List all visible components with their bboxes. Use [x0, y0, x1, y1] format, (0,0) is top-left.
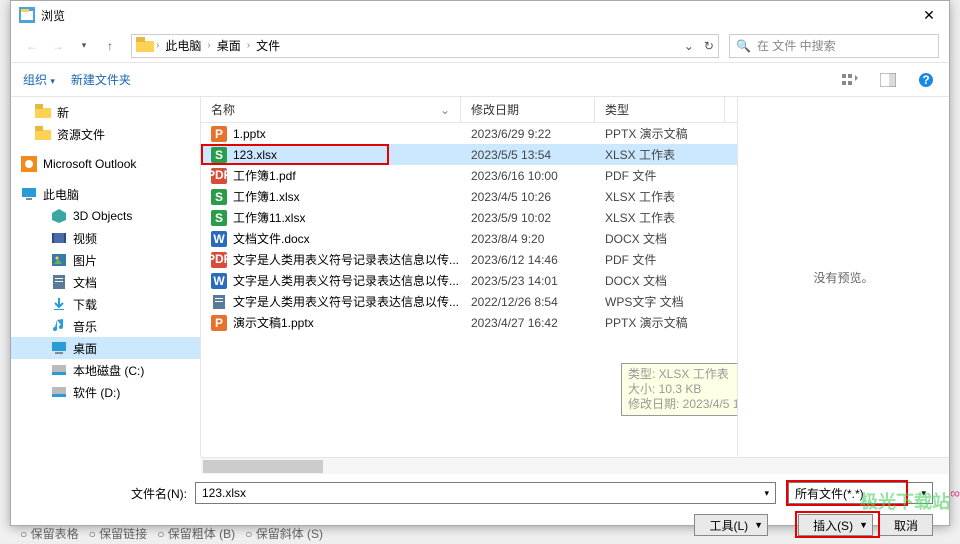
bottom-panel: 文件名(N): 123.xlsx▾ 所有文件(*.*)▾ ∞ 工具(L)▼ 插入… [11, 474, 949, 544]
window-title: 浏览 [41, 7, 917, 24]
tree-item-12[interactable]: 软件 (D:) [11, 381, 200, 403]
file-row[interactable]: PDF文字是人类用表义符号记录表达信息以传...2023/6/12 14:46P… [201, 249, 737, 270]
crumb-1[interactable]: 桌面 [213, 37, 245, 54]
file-rows[interactable]: 类型: XLSX 工作表大小: 10.3 KB修改日期: 2023/4/5 10… [201, 123, 737, 457]
file-browse-dialog: 浏览 ✕ ← → ▾ ↑ › 此电脑 › 桌面 › 文件 ⌄ ↻ 🔍 在 文件 … [10, 0, 950, 526]
tree-item-1[interactable]: 资源文件 [11, 123, 200, 145]
file-row[interactable]: 文字是人类用表义符号记录表达信息以传...2022/12/26 8:54WPS文… [201, 291, 737, 312]
new-folder-button[interactable]: 新建文件夹 [71, 71, 131, 88]
file-row[interactable]: S123.xlsx2023/5/5 13:54XLSX 工作表 [201, 144, 737, 165]
svg-text:P: P [215, 316, 223, 330]
file-tooltip: 类型: XLSX 工作表大小: 10.3 KB修改日期: 2023/4/5 10… [621, 363, 737, 416]
horizontal-scrollbar[interactable] [201, 457, 949, 474]
tree-item-10[interactable]: 桌面 [11, 337, 200, 359]
tree-item-6[interactable]: 图片 [11, 249, 200, 271]
file-row[interactable]: P演示文稿1.pptx2023/4/27 16:42PPTX 演示文稿 [201, 312, 737, 333]
preview-pane: 没有预览。 [737, 97, 949, 457]
column-headers: 名称 ⌄ 修改日期 类型 [201, 97, 737, 123]
folder-icon [136, 37, 154, 55]
toolbar: 组织 ▾ 新建文件夹 ? [11, 63, 949, 97]
view-menu[interactable] [839, 69, 861, 91]
col-type[interactable]: 类型 [595, 97, 725, 122]
svg-text:S: S [215, 148, 223, 162]
title-bar: 浏览 ✕ [11, 1, 949, 29]
svg-text:PDF: PDF [211, 168, 227, 182]
svg-text:W: W [213, 274, 225, 288]
svg-text:P: P [215, 127, 223, 141]
tree-item-3[interactable]: 此电脑 [11, 183, 200, 205]
folder-tree[interactable]: 新资源文件 Microsoft Outlook 此电脑3D Objects视频图片文… [11, 97, 201, 457]
file-row[interactable]: PDF工作簿1.pdf2023/6/16 10:00PDF 文件 [201, 165, 737, 186]
svg-text:S: S [215, 190, 223, 204]
help-button[interactable]: ? [915, 69, 937, 91]
file-row[interactable]: P1.pptx2023/6/29 9:22PPTX 演示文稿 [201, 123, 737, 144]
organize-menu[interactable]: 组织 ▾ [23, 71, 55, 88]
col-date[interactable]: 修改日期 [461, 97, 595, 122]
tree-item-2[interactable]: Microsoft Outlook [11, 153, 200, 175]
search-icon: 🔍 [736, 39, 751, 53]
col-name[interactable]: 名称 ⌄ [201, 97, 461, 122]
tree-item-9[interactable]: 音乐 [11, 315, 200, 337]
svg-text:PDF: PDF [211, 252, 227, 266]
address-bar[interactable]: › 此电脑 › 桌面 › 文件 ⌄ ↻ [131, 34, 719, 58]
app-icon [19, 7, 35, 23]
tools-button[interactable]: 工具(L)▼ [694, 514, 768, 536]
svg-text:?: ? [922, 73, 929, 87]
nav-bar: ← → ▾ ↑ › 此电脑 › 桌面 › 文件 ⌄ ↻ 🔍 在 文件 中搜索 [11, 29, 949, 63]
tree-item-4[interactable]: 3D Objects [11, 205, 200, 227]
forward-button[interactable]: → [47, 35, 69, 57]
scrollbar-thumb[interactable] [203, 460, 323, 473]
up-button[interactable]: ↑ [99, 35, 121, 57]
insert-button[interactable]: 插入(S)▼ [798, 514, 873, 536]
svg-text:S: S [215, 211, 223, 225]
tree-item-5[interactable]: 视频 [11, 227, 200, 249]
search-input[interactable]: 🔍 在 文件 中搜索 [729, 34, 939, 58]
file-type-filter[interactable]: 所有文件(*.*)▾ ∞ [788, 482, 933, 504]
tree-item-11[interactable]: 本地磁盘 (C:) [11, 359, 200, 381]
preview-toggle[interactable] [877, 69, 899, 91]
cancel-button[interactable]: 取消 [879, 514, 933, 536]
crumb-2[interactable]: 文件 [252, 37, 284, 54]
close-button[interactable]: ✕ [917, 7, 941, 24]
filename-label: 文件名(N): [27, 485, 187, 502]
filename-input[interactable]: 123.xlsx▾ [195, 482, 776, 504]
recent-dropdown[interactable]: ▾ [73, 35, 95, 57]
svg-text:W: W [213, 232, 225, 246]
crumb-root[interactable]: 此电脑 [161, 37, 205, 54]
file-row[interactable]: W文档文件.docx2023/8/4 9:20DOCX 文档 [201, 228, 737, 249]
tree-item-7[interactable]: 文档 [11, 271, 200, 293]
file-row[interactable]: W文字是人类用表义符号记录表达信息以传...2023/5/23 14:01DOC… [201, 270, 737, 291]
back-button[interactable]: ← [21, 35, 43, 57]
file-row[interactable]: S工作簿11.xlsx2023/5/9 10:02XLSX 工作表 [201, 207, 737, 228]
tree-item-0[interactable]: 新 [11, 101, 200, 123]
file-list: 名称 ⌄ 修改日期 类型 类型: XLSX 工作表大小: 10.3 KB修改日期… [201, 97, 737, 457]
search-placeholder: 在 文件 中搜索 [757, 37, 836, 54]
tree-item-8[interactable]: 下载 [11, 293, 200, 315]
file-row[interactable]: S工作簿1.xlsx2023/4/5 10:26XLSX 工作表 [201, 186, 737, 207]
path-dropdown[interactable]: ⌄ ↻ [684, 39, 714, 53]
